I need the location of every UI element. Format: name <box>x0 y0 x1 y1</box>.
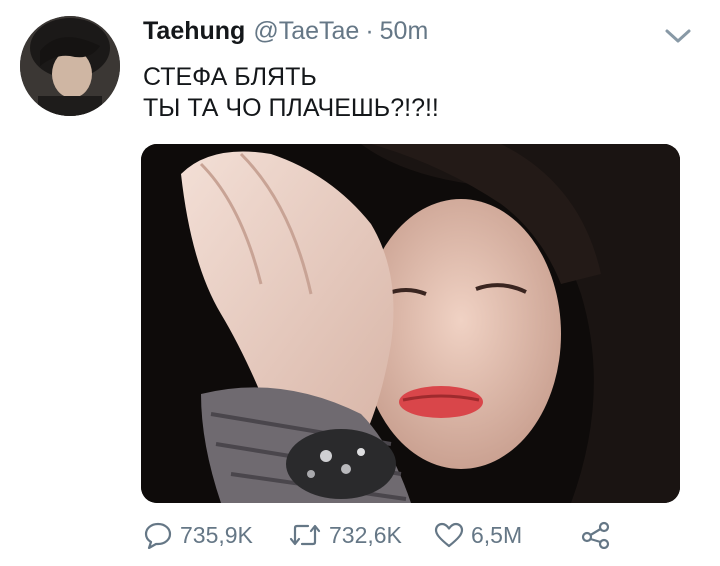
retweet-count: 732,6K <box>329 521 402 548</box>
like-button[interactable]: 6,5M <box>434 521 522 549</box>
tweet-text-line: ТЫ ТА ЧО ПЛАЧЕШЬ?!?!! <box>143 94 439 122</box>
heart-icon <box>434 522 464 548</box>
crying-woman-photo <box>141 144 680 503</box>
separator-dot: · <box>365 17 374 45</box>
avatar-photo <box>20 16 120 116</box>
share-button[interactable] <box>580 521 612 549</box>
like-count: 6,5M <box>471 521 523 548</box>
retweet-button[interactable]: 732,6K <box>288 521 402 549</box>
author-name[interactable]: Taehung <box>143 17 245 46</box>
reply-button[interactable]: 735,9K <box>143 521 253 549</box>
reply-count: 735,9K <box>180 521 253 548</box>
tweet-text: СТЕФА БЛЯТЬ ТЫ ТА ЧО ПЛАЧЕШЬ?!?!! <box>143 62 439 124</box>
tweet-media-image[interactable] <box>141 144 680 503</box>
more-options-button[interactable] <box>664 26 692 46</box>
reply-bubble-icon <box>144 522 172 549</box>
timestamp[interactable]: 50m <box>380 17 429 46</box>
chevron-down-icon <box>665 29 691 43</box>
avatar[interactable] <box>20 16 120 116</box>
tweet-text-line: СТЕФА БЛЯТЬ <box>143 63 317 91</box>
retweet-icon <box>289 524 321 546</box>
tweet-header: Taehung @TaeTae · 50m <box>143 17 428 47</box>
author-handle[interactable]: @TaeTae <box>253 17 359 46</box>
share-icon <box>581 521 610 549</box>
